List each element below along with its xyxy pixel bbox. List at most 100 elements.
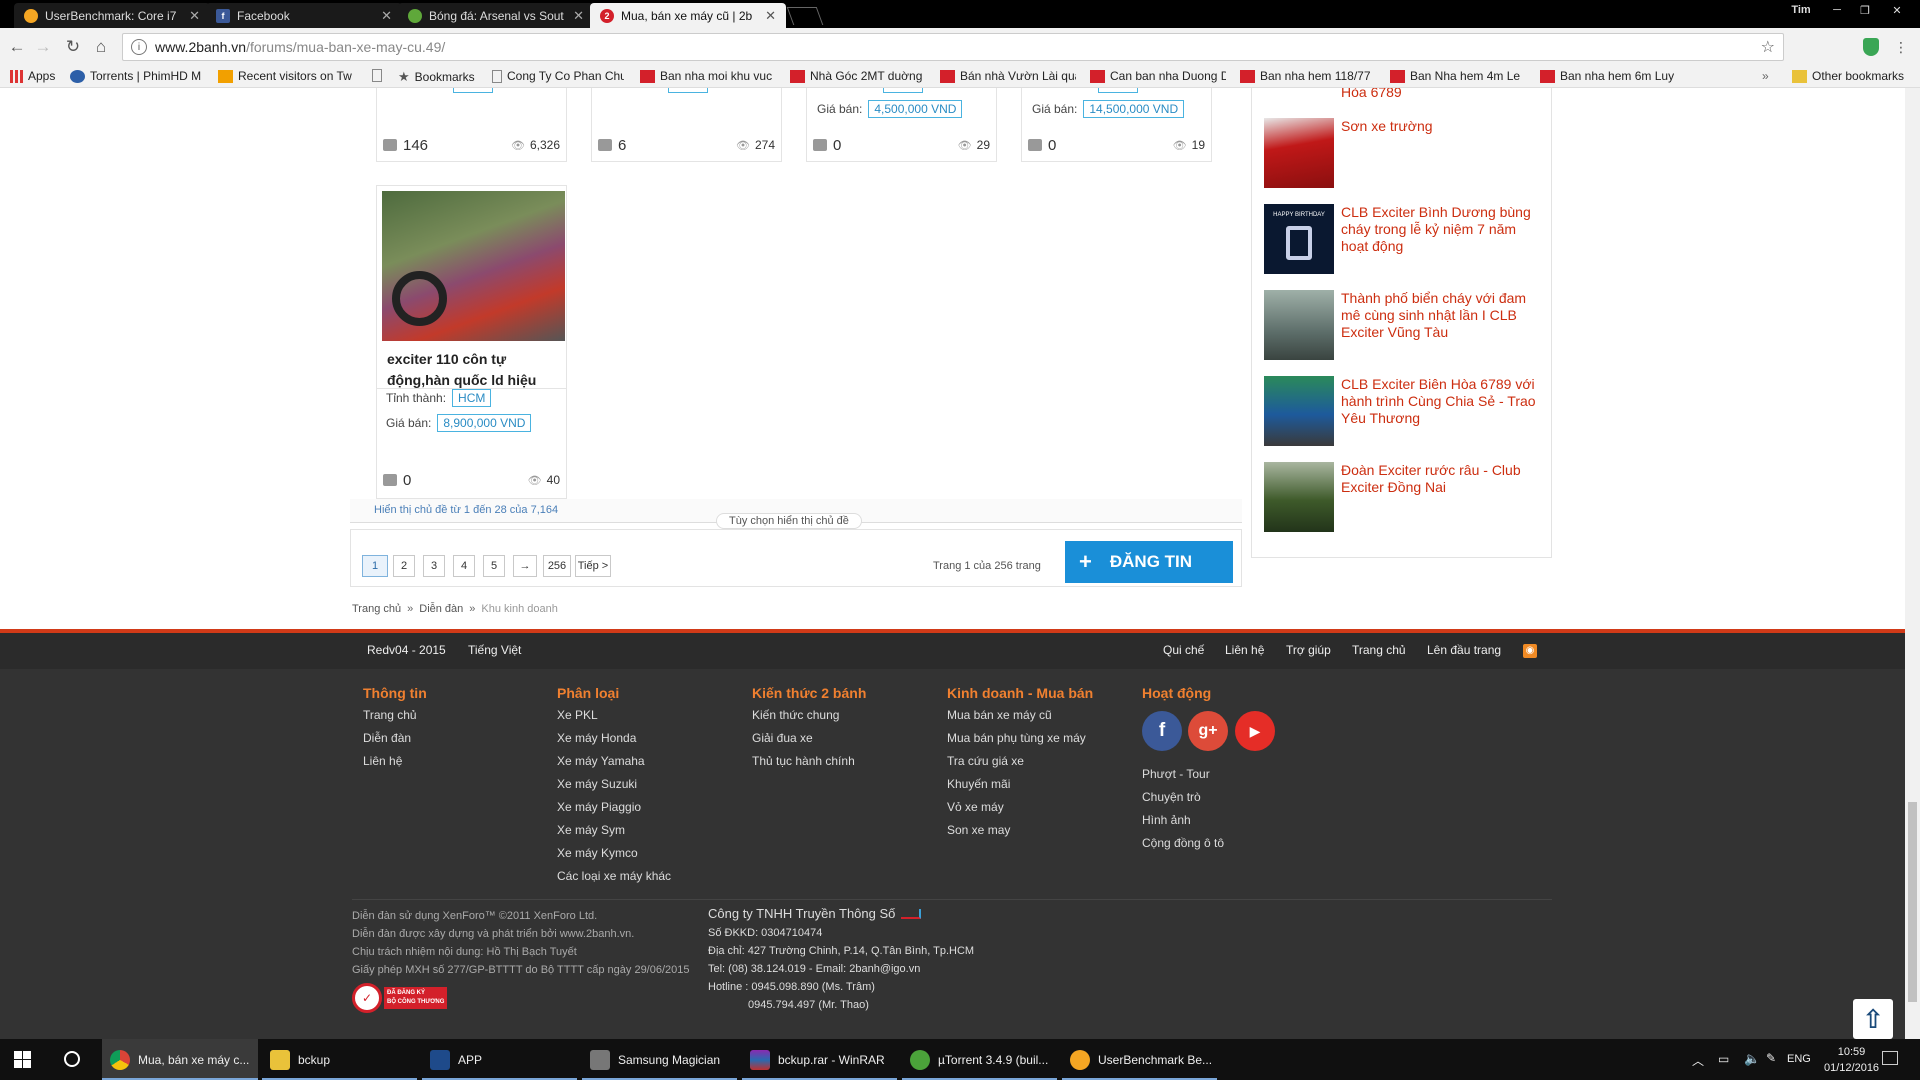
browser-tab-2banh[interactable]: 2 Mua, bán xe máy cũ | 2b ✕ — [590, 3, 786, 28]
footer-link-top[interactable]: Lên đầu trang — [1427, 643, 1501, 657]
bookmark-star-icon[interactable]: ☆ — [1761, 37, 1775, 57]
news-item[interactable]: Hòa 6789 — [1264, 88, 1544, 101]
breadcrumb-forum[interactable]: Diễn đàn — [419, 603, 463, 615]
taskbar-userbenchmark[interactable]: UserBenchmark Be... — [1062, 1039, 1217, 1080]
bookmark-page[interactable] — [372, 69, 388, 82]
bookmark-ban-nha-vuon[interactable]: Bán nhà Vườn Lài quả — [940, 69, 1076, 83]
footer-link[interactable]: Mua bán phụ tùng xe máy — [947, 731, 1093, 745]
footer-link-rules[interactable]: Qui chế — [1163, 643, 1204, 657]
taskbar-app[interactable]: APP — [422, 1039, 577, 1080]
footer-link[interactable]: Liên hệ — [363, 754, 427, 768]
display-options-toggle[interactable]: Tùy chọn hiển thị chủ đề — [716, 513, 862, 529]
footer-link[interactable]: Xe máy Honda — [557, 731, 671, 745]
footer-link[interactable]: Mua bán xe máy cũ — [947, 708, 1093, 722]
input-language[interactable]: ENG — [1787, 1053, 1811, 1065]
thread-card[interactable]: Giá bán: 14,500,000 VND 0 👁 19 — [1021, 88, 1212, 162]
price-chip[interactable]: 8,900,000 VND — [437, 414, 532, 432]
bookmark-hem-6m[interactable]: Ban nha hem 6m Luy — [1540, 69, 1676, 83]
back-icon[interactable]: ← — [6, 36, 28, 58]
price-chip[interactable]: 14,500,000 VND — [1083, 100, 1185, 118]
menu-icon[interactable]: ⋮ — [1890, 36, 1912, 58]
taskbar-winrar[interactable]: bckup.rar - WinRAR — [742, 1039, 897, 1080]
news-title[interactable]: CLB Exciter Biên Hòa 6789 với hành trình… — [1341, 376, 1544, 446]
new-tab-button[interactable] — [786, 7, 824, 25]
footer-link[interactable]: Cộng đồng ô tô — [1142, 836, 1224, 850]
news-thumbnail[interactable] — [1264, 462, 1334, 532]
news-title[interactable]: CLB Exciter Bình Dương bùng cháy trong l… — [1341, 204, 1544, 274]
page-jump-arrow[interactable]: → — [513, 555, 537, 577]
footer-link-contact[interactable]: Liên hệ — [1225, 643, 1264, 657]
bookmark-ban-nha-moi[interactable]: Ban nha moi khu vuc — [640, 69, 772, 83]
news-item[interactable]: HAPPY BIRTHDAY CLB Exciter Bình Dương bù… — [1264, 204, 1544, 274]
page-link-2[interactable]: 2 — [393, 555, 415, 577]
footer-link[interactable]: Khuyến mãi — [947, 777, 1093, 791]
profile-user[interactable]: Tim — [1784, 0, 1818, 20]
taskbar-chrome[interactable]: Mua, bán xe máy c... — [102, 1039, 258, 1080]
footer-link-home[interactable]: Trang chủ — [1352, 643, 1406, 657]
back-to-top-button[interactable]: ⇧ — [1853, 999, 1893, 1039]
browser-tab-facebook[interactable]: f Facebook ✕ — [206, 3, 402, 28]
footer-link[interactable]: Phượt - Tour — [1142, 767, 1224, 781]
youtube-icon[interactable]: ▶ — [1235, 711, 1275, 751]
news-thumbnail[interactable] — [1264, 118, 1334, 188]
footer-link[interactable]: Giải đua xe — [752, 731, 866, 745]
bookmark-nha-goc[interactable]: Nhà Góc 2MT duờng — [790, 69, 922, 83]
page-link-1[interactable]: 1 — [362, 555, 388, 577]
bookmark-hem-118[interactable]: Ban nha hem 118/77 — [1240, 69, 1372, 83]
network-icon[interactable]: ▭ — [1718, 1052, 1729, 1066]
footer-link[interactable]: Xe máy Suzuki — [557, 777, 671, 791]
news-item[interactable]: Thành phố biển cháy với đam mê cùng sinh… — [1264, 290, 1544, 360]
extension-shield-icon[interactable] — [1860, 36, 1882, 58]
minimize-icon[interactable]: ─ — [1823, 0, 1851, 20]
news-title[interactable]: Đoàn Exciter rước râu - Club Exciter Đồn… — [1341, 462, 1544, 532]
taskbar-utorrent[interactable]: µTorrent 3.4.9 (buil... — [902, 1039, 1057, 1080]
price-chip[interactable]: 4,500,000 VND — [868, 100, 963, 118]
tab-close-icon[interactable]: ✕ — [381, 8, 392, 24]
footer-link[interactable]: Hình ảnh — [1142, 813, 1224, 827]
footer-link[interactable]: Xe PKL — [557, 708, 671, 722]
footer-link[interactable]: Thủ tục hành chính — [752, 754, 866, 768]
breadcrumb-home[interactable]: Trang chủ — [352, 603, 401, 615]
thread-title[interactable]: exciter 110 côn tự động,hàn quốc ld hiệu — [387, 349, 559, 391]
footer-language-chooser[interactable]: Tiếng Việt — [468, 643, 521, 657]
page-link-4[interactable]: 4 — [453, 555, 475, 577]
address-bar[interactable]: i www.2banh.vn/forums/mua-ban-xe-may-cu.… — [122, 33, 1784, 61]
footer-link[interactable]: Son xe may — [947, 823, 1093, 837]
taskbar-samsung-magician[interactable]: Samsung Magician — [582, 1039, 737, 1080]
thread-card-exciter[interactable]: exciter 110 côn tự động,hàn quốc ld hiệu — [376, 185, 567, 389]
rss-icon[interactable]: ◉ — [1523, 644, 1537, 658]
close-window-icon[interactable]: ✕ — [1879, 0, 1915, 20]
bookmark-cong-ty[interactable]: Cong Ty Co Phan Chu — [492, 69, 624, 83]
taskbar-bckup-folder[interactable]: bckup — [262, 1039, 417, 1080]
thread-card[interactable]: 146 👁 6,326 — [376, 88, 567, 162]
news-title[interactable]: Hòa 6789 — [1341, 88, 1402, 101]
page-link-3[interactable]: 3 — [423, 555, 445, 577]
post-new-button[interactable]: + ĐĂNG TIN — [1065, 541, 1233, 583]
windows-start-icon[interactable] — [14, 1051, 31, 1068]
facebook-icon[interactable]: f — [1142, 711, 1182, 751]
forward-icon[interactable]: → — [32, 36, 54, 58]
reload-icon[interactable]: ↻ — [62, 36, 84, 58]
news-title[interactable]: Thành phố biển cháy với đam mê cùng sinh… — [1341, 290, 1544, 360]
bookmark-folder-bookmarks[interactable]: ★ Bookmarks — [398, 69, 475, 85]
footer-link[interactable]: Xe máy Yamaha — [557, 754, 671, 768]
news-thumbnail[interactable] — [1264, 290, 1334, 360]
news-item[interactable]: CLB Exciter Biên Hòa 6789 với hành trình… — [1264, 376, 1544, 446]
footer-link[interactable]: Kiến thức chung — [752, 708, 866, 722]
footer-link[interactable]: Chuyện trò — [1142, 790, 1224, 804]
bookmark-can-ban-nha[interactable]: Can ban nha Duong D — [1090, 69, 1226, 83]
restore-icon[interactable]: ❐ — [1851, 0, 1879, 20]
footer-link[interactable]: Diễn đàn — [363, 731, 427, 745]
footer-link[interactable]: Xe máy Kymco — [557, 846, 671, 860]
footer-style-chooser[interactable]: Redv04 - 2015 — [367, 643, 446, 657]
bookmark-apps[interactable]: Apps — [10, 69, 55, 83]
bookmark-torrents[interactable]: Torrents | PhimHD M — [70, 69, 208, 83]
page-next[interactable]: Tiếp > — [575, 555, 611, 577]
browser-tab-football[interactable]: Bóng đá: Arsenal vs Sout ✕ — [398, 3, 594, 28]
volume-icon[interactable]: 🔈 — [1744, 1051, 1760, 1067]
province-chip[interactable]: HCM — [452, 389, 492, 407]
news-thumbnail[interactable] — [1264, 376, 1334, 446]
info-icon[interactable]: i — [131, 39, 147, 55]
footer-link[interactable]: Các loại xe máy khác — [557, 869, 671, 883]
tray-expand-icon[interactable]: ︿ — [1692, 1052, 1704, 1069]
